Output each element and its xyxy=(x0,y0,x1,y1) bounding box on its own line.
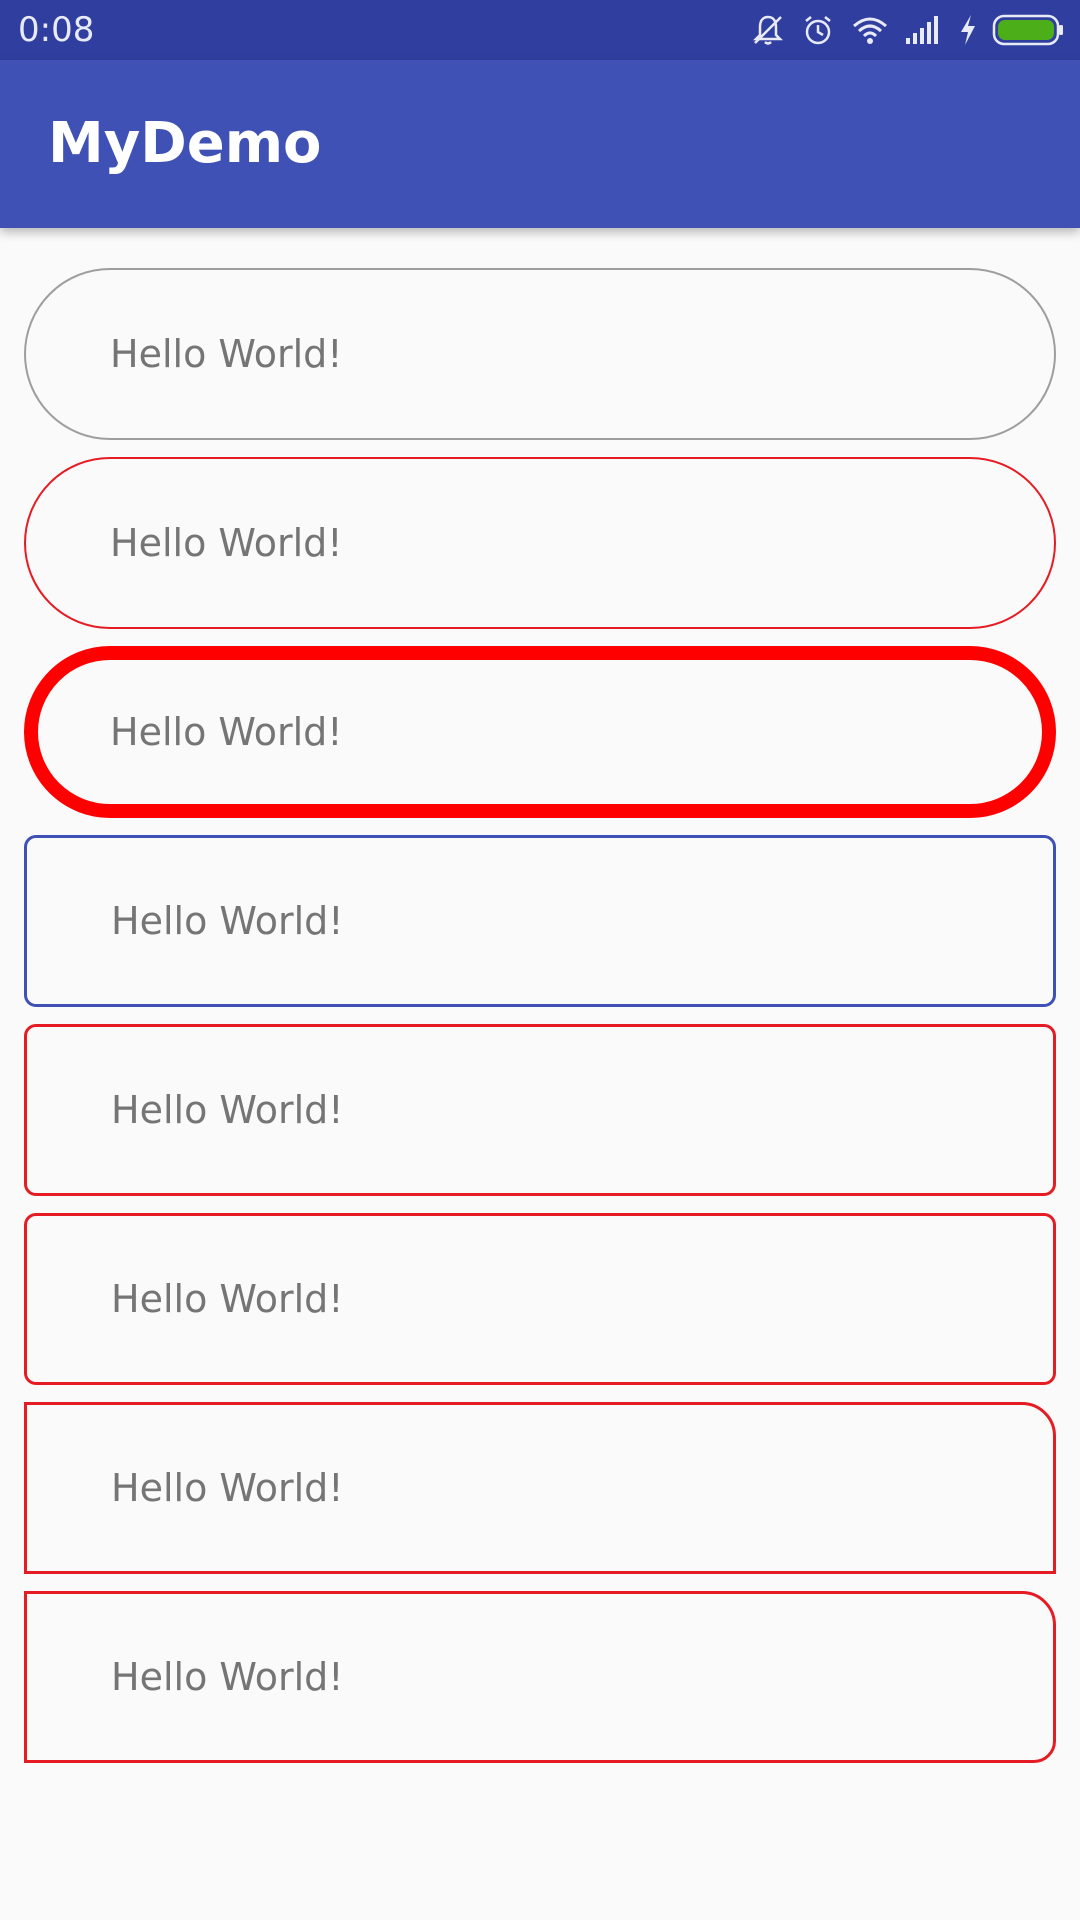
status-icons xyxy=(750,8,1066,52)
text-view-label: Hello World! xyxy=(111,1277,344,1321)
text-view-red-rounded: Hello World! xyxy=(24,457,1056,629)
wifi-icon xyxy=(850,12,890,48)
text-view-label: Hello World! xyxy=(111,1466,344,1510)
text-view-label: Hello World! xyxy=(110,710,343,754)
text-view-label: Hello World! xyxy=(111,899,344,943)
text-view-thick-red-rounded: Hello World! xyxy=(24,646,1056,818)
signal-icon xyxy=(904,12,944,48)
app-title: MyDemo xyxy=(48,111,322,176)
text-view-label: Hello World! xyxy=(110,332,343,376)
text-view-label: Hello World! xyxy=(111,1088,344,1132)
content-area: Hello World! Hello World! Hello World! H… xyxy=(0,228,1080,1920)
text-view-red-top-right-corner: Hello World! xyxy=(24,1402,1056,1574)
text-view-gray-rounded: Hello World! xyxy=(24,268,1056,440)
text-view-red-box: Hello World! xyxy=(24,1213,1056,1385)
text-view-red-right-corners: Hello World! xyxy=(24,1591,1056,1763)
app-bar: MyDemo xyxy=(0,60,1080,228)
status-time: 0:08 xyxy=(18,10,95,50)
text-view-label: Hello World! xyxy=(111,1655,344,1699)
muted-bell-icon xyxy=(750,12,786,48)
charging-icon xyxy=(958,12,978,48)
battery-icon xyxy=(992,13,1066,47)
text-view-red-box: Hello World! xyxy=(24,1024,1056,1196)
alarm-icon xyxy=(800,12,836,48)
status-bar: 0:08 xyxy=(0,0,1080,60)
text-view-label: Hello World! xyxy=(110,521,343,565)
text-view-blue-box: Hello World! xyxy=(24,835,1056,1007)
